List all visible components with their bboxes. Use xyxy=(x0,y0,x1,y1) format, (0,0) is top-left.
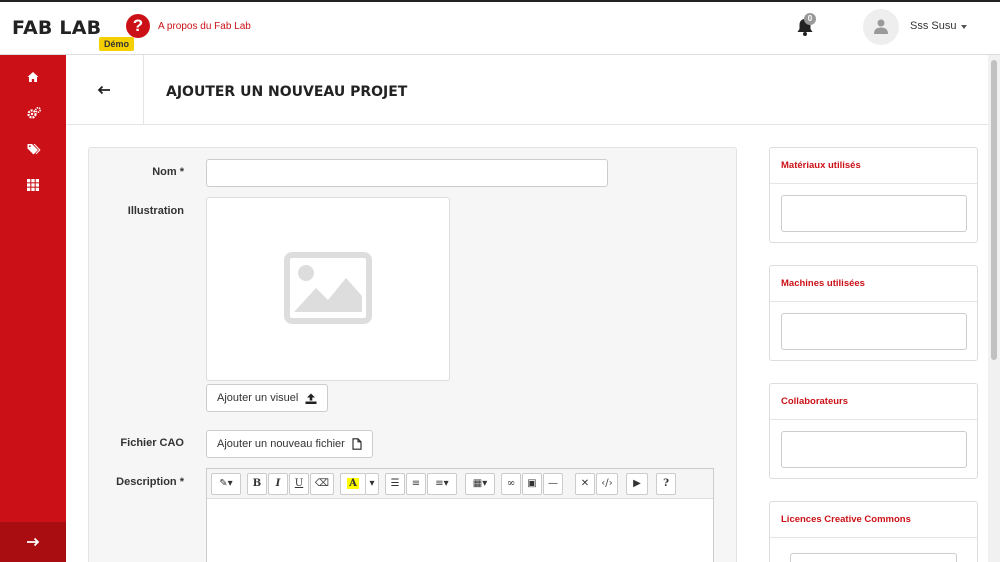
back-button[interactable] xyxy=(66,55,144,125)
collaborators-select[interactable] xyxy=(781,431,967,468)
video-button[interactable]: ▶ xyxy=(626,473,648,495)
style-dropdown-button[interactable]: ✎▾ xyxy=(211,473,241,495)
machines-panel: Machines utilisées xyxy=(769,265,978,361)
avatar[interactable] xyxy=(863,9,899,45)
user-icon xyxy=(874,19,888,34)
scrollbar-thumb[interactable] xyxy=(991,60,997,360)
text-color-dropdown[interactable]: ▾ xyxy=(365,473,379,495)
table-dropdown-button[interactable]: ▦▾ xyxy=(465,473,495,495)
app-logo[interactable]: FAB LAB xyxy=(12,17,101,39)
image-placeholder-icon xyxy=(284,252,372,324)
page-header: AJOUTER UN NOUVEAU PROJET xyxy=(66,55,988,125)
add-visual-button[interactable]: Ajouter un visuel xyxy=(206,384,329,412)
arrow-left-icon xyxy=(97,85,110,95)
upload-icon xyxy=(305,393,317,404)
description-label: Description * xyxy=(116,476,184,488)
top-navbar: FAB LAB ? A propos du Fab Lab Démo 0 Sss… xyxy=(0,0,1000,55)
materials-title: Matériaux utilisés xyxy=(781,160,861,171)
collaborators-title: Collaborateurs xyxy=(781,396,849,407)
sidebar xyxy=(0,55,66,562)
chevron-down-icon[interactable] xyxy=(961,25,967,29)
illustration-preview xyxy=(206,197,450,381)
top-border xyxy=(0,0,1000,2)
home-icon xyxy=(27,72,39,82)
cao-label: Fichier CAO xyxy=(120,437,184,449)
hr-button[interactable]: — xyxy=(543,473,563,495)
about-link[interactable]: A propos du Fab Lab xyxy=(158,21,251,32)
unordered-list-button[interactable]: ☰ xyxy=(385,473,405,495)
image-button[interactable]: ▣ xyxy=(522,473,542,495)
licence-select[interactable] xyxy=(790,553,957,562)
materials-panel: Matériaux utilisés xyxy=(769,147,978,243)
add-file-button[interactable]: Ajouter un nouveau fichier xyxy=(206,430,373,458)
code-view-button[interactable]: ‹/› xyxy=(596,473,618,495)
notification-count: 0 xyxy=(804,13,816,25)
licences-title: Licences Creative Commons xyxy=(781,514,911,525)
sidebar-item-home[interactable] xyxy=(0,60,66,96)
divider xyxy=(770,537,977,538)
collaborators-panel: Collaborateurs xyxy=(769,383,978,479)
divider xyxy=(770,419,977,420)
help-button[interactable]: ? xyxy=(656,473,676,495)
align-dropdown-button[interactable]: ≡▾ xyxy=(427,473,457,495)
editor-toolbar: ✎▾ B I U ⌫ A ▾ ☰ ≡ ≡▾ ▦▾ ∞ ▣ — ✕ ‹/› ▶ ? xyxy=(207,469,713,499)
page-title: AJOUTER UN NOUVEAU PROJET xyxy=(166,84,408,100)
materials-select[interactable] xyxy=(781,195,967,232)
divider xyxy=(770,301,977,302)
description-editor[interactable]: ✎▾ B I U ⌫ A ▾ ☰ ≡ ≡▾ ▦▾ ∞ ▣ — ✕ ‹/› ▶ ? xyxy=(206,468,714,562)
machines-select[interactable] xyxy=(781,313,967,350)
link-button[interactable]: ∞ xyxy=(501,473,521,495)
bold-button[interactable]: B xyxy=(247,473,267,495)
eraser-button[interactable]: ⌫ xyxy=(310,473,334,495)
underline-button[interactable]: U xyxy=(289,473,309,495)
machines-title: Machines utilisées xyxy=(781,278,865,289)
demo-badge: Démo xyxy=(99,37,135,51)
illustration-label: Illustration xyxy=(127,205,184,217)
text-color-button[interactable]: A xyxy=(340,473,366,495)
gears-icon xyxy=(27,107,41,119)
add-visual-label: Ajouter un visuel xyxy=(217,392,299,404)
name-input[interactable] xyxy=(206,159,608,187)
sidebar-item-machines[interactable] xyxy=(0,96,66,132)
sidebar-item-apps[interactable] xyxy=(0,168,66,204)
tags-icon xyxy=(27,144,41,155)
question-icon[interactable]: ? xyxy=(126,14,150,38)
add-file-label: Ajouter un nouveau fichier xyxy=(217,438,345,450)
page-scrollbar[interactable] xyxy=(988,55,1000,562)
sidebar-item-tags[interactable] xyxy=(0,132,66,168)
name-label: Nom * xyxy=(152,166,184,178)
divider xyxy=(770,183,977,184)
licences-panel: Licences Creative Commons xyxy=(769,501,978,562)
arrow-right-icon xyxy=(27,537,40,547)
sidebar-toggle[interactable] xyxy=(0,522,66,562)
grid-icon xyxy=(27,179,39,191)
fullscreen-button[interactable]: ✕ xyxy=(575,473,595,495)
italic-button[interactable]: I xyxy=(268,473,288,495)
file-icon xyxy=(352,438,362,450)
ordered-list-button[interactable]: ≡ xyxy=(406,473,426,495)
user-menu[interactable]: Sss Susu xyxy=(910,20,956,32)
